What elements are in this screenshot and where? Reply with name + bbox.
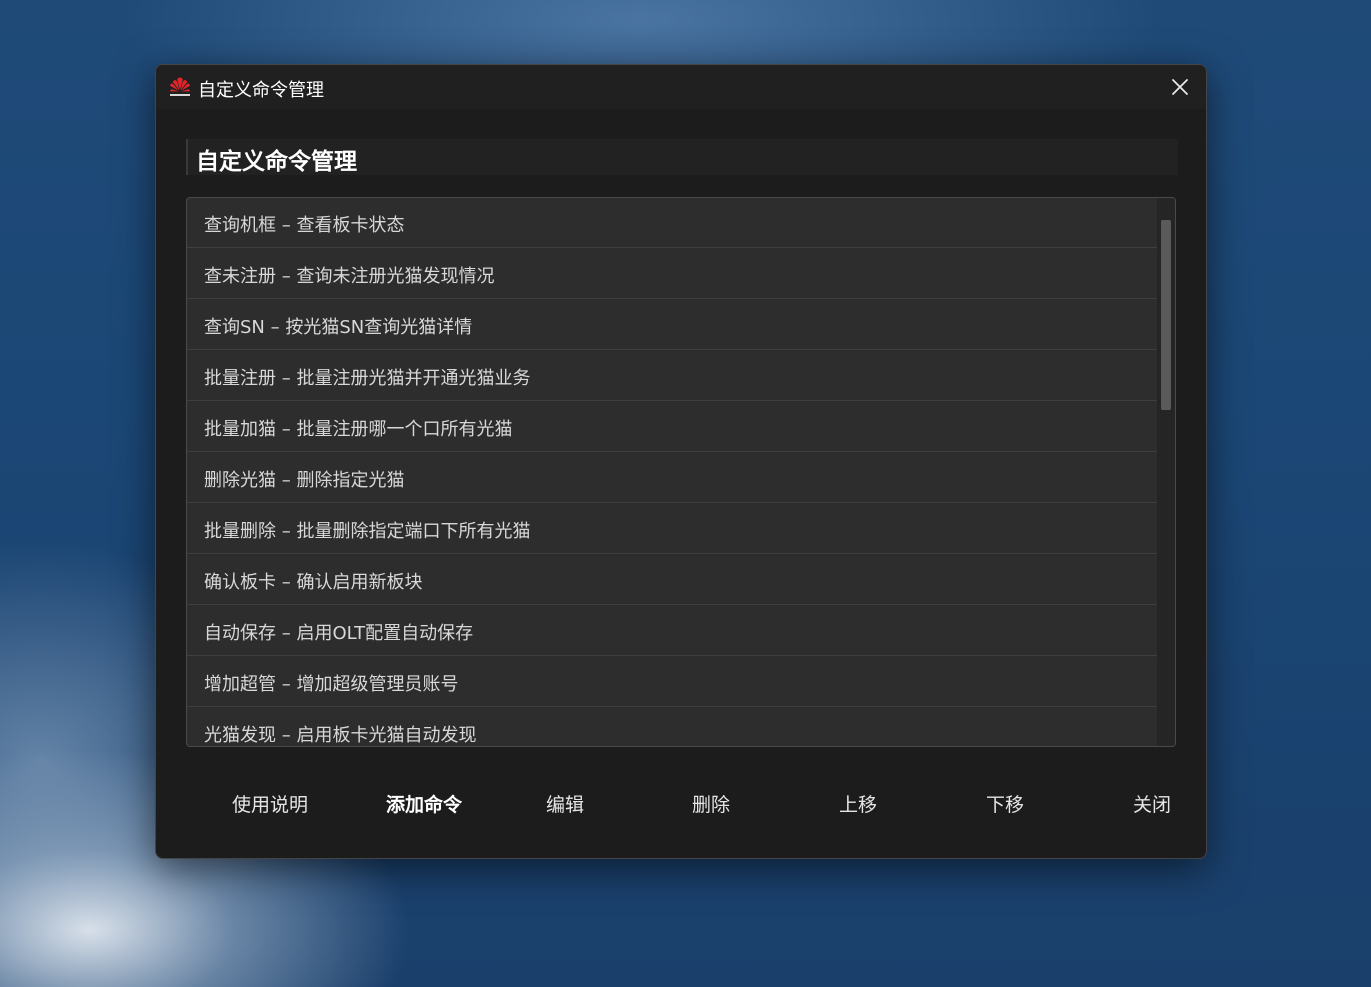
add-command-button[interactable]: 添加命令 — [376, 783, 472, 823]
list-item[interactable]: 批量加猫 – 批量注册哪一个口所有光猫 — [187, 402, 1157, 452]
close-icon[interactable] — [1171, 78, 1189, 96]
list-item-label: 批量注册 – 批量注册光猫并开通光猫业务 — [204, 368, 531, 389]
list-item[interactable]: 查询SN – 按光猫SN查询光猫详情 — [187, 300, 1157, 350]
list-item-label: 批量加猫 – 批量注册哪一个口所有光猫 — [204, 419, 513, 440]
list-item[interactable]: 查询机框 – 查看板卡状态 — [187, 198, 1157, 248]
list-item-label: 批量删除 – 批量删除指定端口下所有光猫 — [204, 521, 531, 542]
window-title: 自定义命令管理 — [198, 80, 324, 101]
list-item-label: 增加超管 – 增加超级管理员账号 — [204, 674, 459, 695]
list-item-label: 查询机框 – 查看板卡状态 — [204, 215, 405, 236]
help-button[interactable]: 使用说明 — [222, 783, 318, 823]
huawei-logo-icon — [170, 77, 190, 96]
list-item[interactable]: 确认板卡 – 确认启用新板块 — [187, 555, 1157, 605]
list-item[interactable]: 批量注册 – 批量注册光猫并开通光猫业务 — [187, 351, 1157, 401]
list-item-label: 确认板卡 – 确认启用新板块 — [204, 572, 423, 593]
list-item-label: 自动保存 – 启用OLT配置自动保存 — [204, 623, 474, 644]
edit-button[interactable]: 编辑 — [531, 783, 599, 823]
list-item-label: 删除光猫 – 删除指定光猫 — [204, 470, 405, 491]
list-item[interactable]: 查未注册 – 查询未注册光猫发现情况 — [187, 249, 1157, 299]
close-button[interactable]: 关闭 — [1118, 783, 1186, 823]
title-bar[interactable]: 自定义命令管理 — [156, 65, 1206, 109]
scrollbar-thumb[interactable] — [1161, 220, 1171, 410]
page-title: 自定义命令管理 — [196, 149, 357, 175]
list-item-label: 光猫发现 – 启用板卡光猫自动发现 — [204, 725, 477, 746]
list-scrollbar[interactable] — [1157, 198, 1175, 746]
dialog-window: 自定义命令管理 自定义命令管理 查询机框 – 查看板卡状态 查未注册 – 查询未… — [155, 64, 1207, 859]
list-item[interactable]: 增加超管 – 增加超级管理员账号 — [187, 657, 1157, 707]
command-list[interactable]: 查询机框 – 查看板卡状态 查未注册 – 查询未注册光猫发现情况 查询SN – … — [186, 197, 1176, 747]
list-item-label: 查询SN – 按光猫SN查询光猫详情 — [204, 317, 473, 338]
section-header: 自定义命令管理 — [186, 139, 1178, 175]
move-up-button[interactable]: 上移 — [824, 783, 892, 823]
list-item[interactable]: 光猫发现 – 启用板卡光猫自动发现 — [187, 708, 1157, 746]
list-item[interactable]: 自动保存 – 启用OLT配置自动保存 — [187, 606, 1157, 656]
list-item[interactable]: 批量删除 – 批量删除指定端口下所有光猫 — [187, 504, 1157, 554]
list-item[interactable]: 删除光猫 – 删除指定光猫 — [187, 453, 1157, 503]
list-item-label: 查未注册 – 查询未注册光猫发现情况 — [204, 266, 495, 287]
window-close-button[interactable] — [1154, 65, 1206, 109]
move-down-button[interactable]: 下移 — [971, 783, 1039, 823]
delete-button[interactable]: 删除 — [677, 783, 745, 823]
